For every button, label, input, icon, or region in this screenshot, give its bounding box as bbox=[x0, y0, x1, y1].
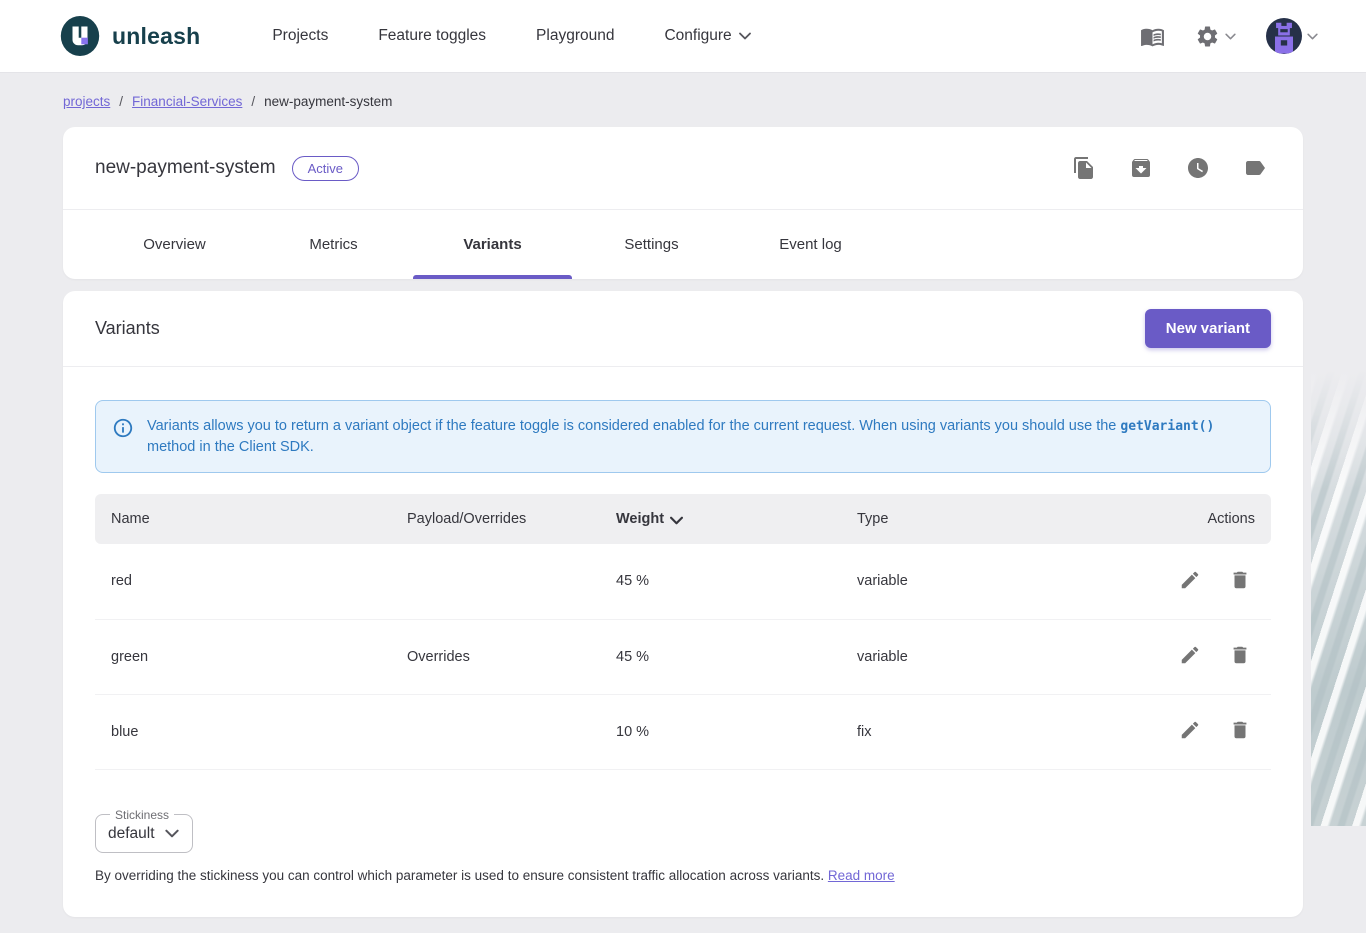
delete-variant-button[interactable] bbox=[1225, 640, 1255, 673]
profile-button[interactable] bbox=[1262, 14, 1322, 58]
info-icon bbox=[112, 417, 134, 439]
delete-variant-button[interactable] bbox=[1225, 565, 1255, 598]
menu-book-icon bbox=[1140, 24, 1165, 49]
variant-name: green bbox=[95, 619, 391, 694]
chevron-down-icon bbox=[165, 829, 179, 838]
column-type: Type bbox=[841, 494, 1123, 544]
new-variant-button[interactable]: New variant bbox=[1145, 309, 1271, 348]
feature-tabs: Overview Metrics Variants Settings Event… bbox=[63, 210, 1303, 279]
copy-feature-button[interactable] bbox=[1068, 152, 1100, 184]
history-button[interactable] bbox=[1182, 152, 1214, 184]
avatar-robot bbox=[1266, 18, 1302, 54]
variant-weight: 10 % bbox=[600, 694, 841, 769]
edit-pencil-icon bbox=[1179, 644, 1201, 666]
decorative-texture bbox=[1311, 370, 1366, 826]
feature-header-card: new-payment-system Active Overview Me bbox=[63, 127, 1303, 279]
stickiness-value: default bbox=[108, 825, 155, 843]
archive-feature-button[interactable] bbox=[1125, 152, 1157, 184]
table-header-row: Name Payload/Overrides Weight Type Actio… bbox=[95, 494, 1271, 544]
variant-weight: 45 % bbox=[600, 619, 841, 694]
code-snippet: getVariant() bbox=[1120, 419, 1214, 434]
variant-weight: 45 % bbox=[600, 544, 841, 619]
stickiness-select[interactable]: Stickiness default bbox=[95, 808, 193, 853]
column-weight-sort[interactable]: Weight bbox=[600, 494, 841, 544]
copy-icon bbox=[1072, 156, 1096, 180]
nav-configure-label: Configure bbox=[664, 27, 731, 45]
breadcrumb: projects / Financial-Services / new-paym… bbox=[63, 73, 1303, 127]
edit-variant-button[interactable] bbox=[1175, 640, 1205, 673]
breadcrumb-projects[interactable]: projects bbox=[63, 94, 110, 109]
unleash-logo-icon bbox=[60, 16, 100, 56]
delete-variant-button[interactable] bbox=[1225, 715, 1255, 748]
breadcrumb-financial-services[interactable]: Financial-Services bbox=[132, 94, 242, 109]
feature-title: new-payment-system bbox=[95, 157, 276, 179]
info-alert: Variants allows you to return a variant … bbox=[95, 400, 1271, 473]
info-alert-text: Variants allows you to return a variant … bbox=[147, 416, 1254, 457]
stickiness-label: Stickiness bbox=[110, 808, 174, 822]
variant-payload bbox=[391, 544, 600, 619]
divider bbox=[63, 366, 1303, 367]
delete-trash-icon bbox=[1229, 644, 1251, 666]
navbar-actions bbox=[1136, 14, 1322, 58]
settings-button[interactable] bbox=[1191, 20, 1240, 53]
nav-configure[interactable]: Configure bbox=[664, 27, 750, 45]
tab-metrics[interactable]: Metrics bbox=[254, 210, 413, 279]
variant-name: blue bbox=[95, 694, 391, 769]
breadcrumb-separator: / bbox=[119, 94, 123, 109]
chevron-down-icon bbox=[1307, 33, 1318, 40]
tag-button[interactable] bbox=[1239, 152, 1271, 184]
edit-variant-button[interactable] bbox=[1175, 715, 1205, 748]
breadcrumb-current: new-payment-system bbox=[264, 94, 392, 109]
variant-name: red bbox=[95, 544, 391, 619]
status-badge: Active bbox=[292, 156, 359, 181]
edit-pencil-icon bbox=[1179, 569, 1201, 591]
archive-icon bbox=[1129, 156, 1153, 180]
table-row: green Overrides 45 % variable bbox=[95, 619, 1271, 694]
breadcrumb-separator: / bbox=[251, 94, 255, 109]
stickiness-help-text: By overriding the stickiness you can con… bbox=[95, 868, 1271, 883]
edit-pencil-icon bbox=[1179, 719, 1201, 741]
column-weight-label: Weight bbox=[616, 511, 664, 527]
table-row: red 45 % variable bbox=[95, 544, 1271, 619]
edit-variant-button[interactable] bbox=[1175, 565, 1205, 598]
column-payload-overrides: Payload/Overrides bbox=[391, 494, 600, 544]
docs-button[interactable] bbox=[1136, 20, 1169, 53]
chevron-down-icon bbox=[739, 32, 751, 40]
gear-icon bbox=[1195, 24, 1220, 49]
panel-title: Variants bbox=[95, 318, 160, 339]
tab-overview[interactable]: Overview bbox=[95, 210, 254, 279]
tag-icon bbox=[1243, 156, 1267, 180]
main-nav: Projects Feature toggles Playground Conf… bbox=[272, 27, 750, 45]
unleash-logo[interactable]: unleash bbox=[60, 16, 200, 56]
brand-wordmark: unleash bbox=[112, 23, 200, 50]
table-row: blue 10 % fix bbox=[95, 694, 1271, 769]
variant-type: fix bbox=[841, 694, 1123, 769]
variant-payload: Overrides bbox=[391, 619, 600, 694]
sort-chevron-down-icon bbox=[670, 516, 683, 525]
variant-type: variable bbox=[841, 544, 1123, 619]
nav-projects[interactable]: Projects bbox=[272, 27, 328, 45]
read-more-link[interactable]: Read more bbox=[828, 868, 895, 883]
tab-event-log[interactable]: Event log bbox=[731, 210, 890, 279]
history-clock-icon bbox=[1186, 156, 1210, 180]
chevron-down-icon bbox=[1225, 33, 1236, 40]
column-name: Name bbox=[95, 494, 391, 544]
column-actions: Actions bbox=[1123, 494, 1271, 544]
variant-type: variable bbox=[841, 619, 1123, 694]
nav-playground[interactable]: Playground bbox=[536, 27, 614, 45]
delete-trash-icon bbox=[1229, 719, 1251, 741]
feature-actions bbox=[1068, 152, 1271, 184]
variants-panel: Variants New variant Variants allows you… bbox=[63, 291, 1303, 917]
variant-payload bbox=[391, 694, 600, 769]
nav-feature-toggles[interactable]: Feature toggles bbox=[378, 27, 486, 45]
delete-trash-icon bbox=[1229, 569, 1251, 591]
tab-settings[interactable]: Settings bbox=[572, 210, 731, 279]
top-navbar: unleash Projects Feature toggles Playgro… bbox=[0, 0, 1366, 73]
main-content: new-payment-system Active Overview Me bbox=[63, 127, 1303, 917]
variants-table: Name Payload/Overrides Weight Type Actio… bbox=[95, 494, 1271, 770]
tab-variants[interactable]: Variants bbox=[413, 210, 572, 279]
